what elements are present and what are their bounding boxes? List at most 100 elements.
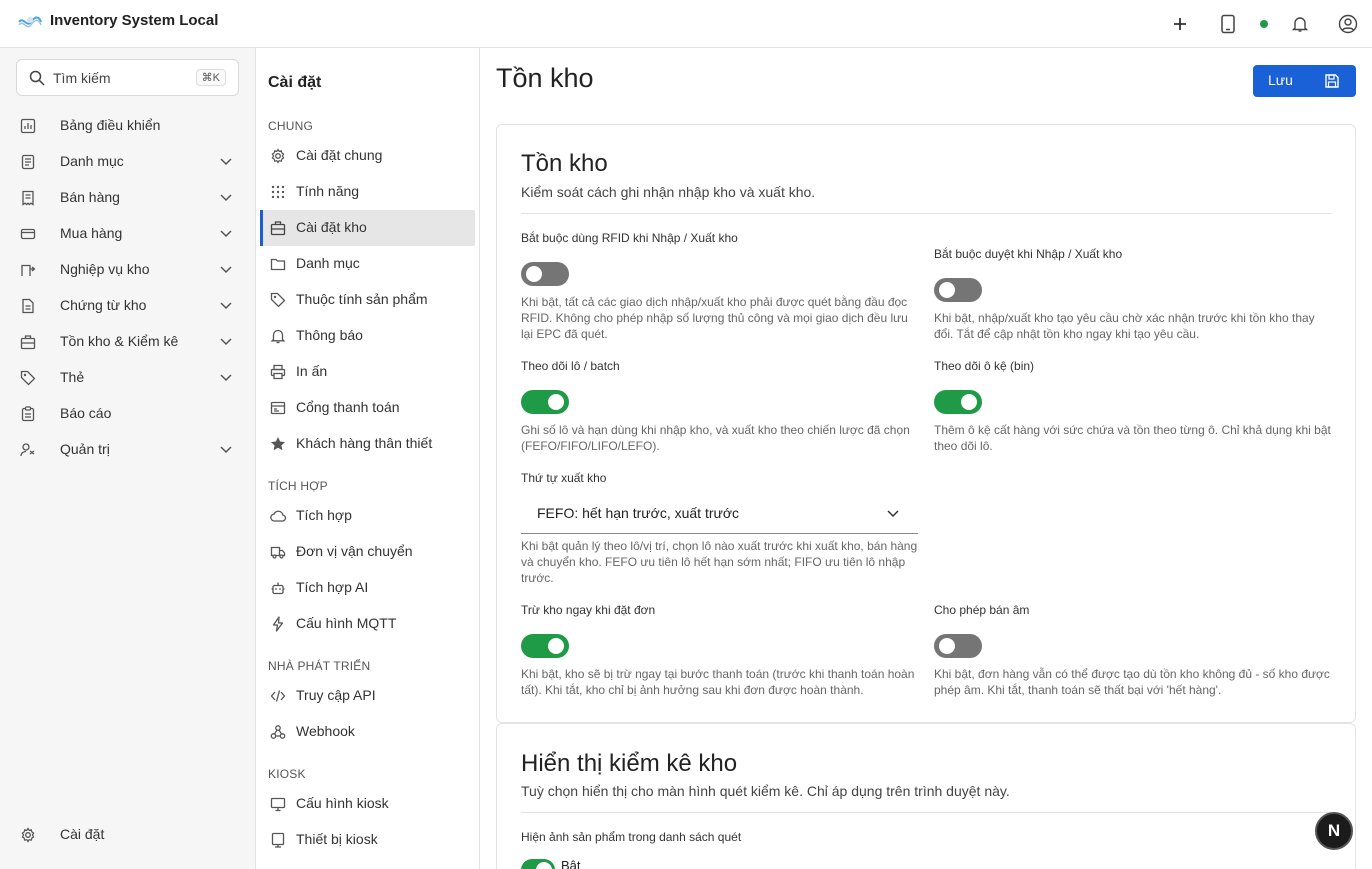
settings-nav-features[interactable]: Tính năng [260,174,475,210]
settings-nav-label: Thuộc tính sản phẩm [296,291,428,307]
sidebar-item-settings[interactable]: Cài đặt [0,817,255,853]
bin-tracking-help: Thêm ô kệ cất hàng với sức chứa và tồn t… [934,423,1331,453]
plus-icon[interactable] [1168,12,1192,36]
toggle-knob [548,394,564,410]
sidebar-item-purchasing[interactable]: Mua hàng [0,216,255,252]
settings-nav-label: Tích hợp [296,507,352,523]
sidebar-item-reports[interactable]: Báo cáo [0,396,255,432]
deduct-on-order-help: Khi bật, kho sẽ bị trừ ngay tại bước tha… [521,667,915,697]
settings-nav-label: Cấu hình kiosk [296,795,389,811]
sidebar-item-dashboard[interactable]: Bảng điều khiển [0,108,255,144]
toggle-knob [939,638,955,654]
sidebar-item-admin[interactable]: Quản trị [0,432,255,468]
chevron-down-icon [219,264,233,274]
chevron-down-icon [219,300,233,310]
printer-icon [270,364,286,380]
settings-nav-mqtt[interactable]: Cấu hình MQTT [260,606,475,642]
settings-nav-general[interactable]: Cài đặt chung [260,138,475,174]
settings-nav-categories[interactable]: Danh mục [260,246,475,282]
settings-nav-label: Khách hàng thân thiết [296,435,433,451]
show-product-images-toggle[interactable] [521,859,555,869]
rfid-required-toggle[interactable] [521,262,569,286]
sidebar-item-tags[interactable]: Thẻ [0,360,255,396]
gear-icon [20,827,36,843]
bell-icon[interactable] [1288,12,1312,36]
chevron-down-icon [219,156,233,166]
approval-required-toggle[interactable] [934,278,982,302]
toggle-knob [548,638,564,654]
settings-nav-carriers[interactable]: Đơn vị vận chuyển [260,534,475,570]
settings-nav-ai[interactable]: Tích hợp AI [260,570,475,606]
card-title: Tồn kho [521,150,608,177]
allow-negative-help: Khi bật, đơn hàng vẫn có thể được tạo dù… [934,667,1330,697]
settings-nav: Cài đặt CHUNG Cài đặt chung Tính năng Cà… [256,48,480,869]
settings-nav-product-attributes[interactable]: Thuộc tính sản phẩm [260,282,475,318]
settings-nav-label: Tích hợp AI [296,579,369,595]
chevron-down-icon [219,444,233,454]
sidebar-item-inventory[interactable]: Tồn kho & Kiểm kê [0,324,255,360]
toggle-knob [536,862,552,869]
settings-nav-kiosk-devices[interactable]: Thiết bị kiosk [260,822,475,858]
settings-nav-label: Webhook [296,723,355,739]
stock-count-display-card: Hiển thị kiểm kê kho Tuỳ chọn hiển thị c… [496,723,1356,869]
settings-nav-warehouse[interactable]: Cài đặt kho [260,210,475,246]
toggle-knob [939,282,955,298]
dev-tools-button[interactable]: N [1315,812,1353,850]
sidebar-item-warehouse-ops[interactable]: Nghiệp vụ kho [0,252,255,288]
search-box[interactable]: Tìm kiếm ⌘K [16,59,239,96]
settings-nav-loyalty[interactable]: Khách hàng thân thiết [260,426,475,462]
settings-section-title: KIOSK [268,767,306,781]
payment-icon [270,400,286,416]
sidebar-item-label: Mua hàng [60,225,123,241]
show-product-images-state: Bật [561,858,581,869]
settings-nav-label: Cấu hình MQTT [296,615,397,631]
lightning-icon [270,616,286,632]
connection-status-dot [1260,20,1268,28]
sidebar-item-label: Danh mục [60,153,124,169]
settings-nav-title: Cài đặt [268,74,322,91]
settings-nav-kiosk-config[interactable]: Cấu hình kiosk [260,786,475,822]
deduct-on-order-toggle[interactable] [521,634,569,658]
settings-nav-printing[interactable]: In ấn [260,354,475,390]
settings-nav-webhook[interactable]: Webhook [260,714,475,750]
issue-order-help: Khi bật quản lý theo lô/vị trí, chọn lô … [521,539,918,585]
sidebar-item-sales[interactable]: Bán hàng [0,180,255,216]
settings-nav-label: Thiết bị kiosk [296,831,378,847]
app-logo [17,12,43,32]
star-icon [270,436,286,452]
webhook-icon [270,724,286,740]
settings-nav-label: Danh mục [296,255,360,271]
allow-negative-toggle[interactable] [934,634,982,658]
search-input[interactable]: Tìm kiếm [53,70,111,86]
bin-tracking-toggle[interactable] [934,390,982,414]
sidebar-item-label: Bán hàng [60,189,120,205]
sidebar-item-label: Quản trị [60,441,110,457]
settings-nav-integrations[interactable]: Tích hợp [260,498,475,534]
card-subtitle: Tuỳ chọn hiển thị cho màn hình quét kiểm… [521,783,1010,799]
settings-nav-api-access[interactable]: Truy cập API [260,678,475,714]
inventory-icon [20,334,36,350]
search-icon [29,70,45,86]
settings-nav-payment-gateway[interactable]: Cổng thanh toán [260,390,475,426]
save-icon [1324,73,1340,89]
sidebar-item-label: Nghiệp vụ kho [60,261,150,277]
save-button[interactable]: Lưu [1253,65,1356,97]
issue-order-select[interactable]: FEFO: hết hạn trước, xuất trước [521,494,918,534]
settings-nav-notifications[interactable]: Thông báo [260,318,475,354]
gear-icon [270,148,286,164]
sidebar-item-documents[interactable]: Chứng từ kho [0,288,255,324]
settings-section-title: NHÀ PHÁT TRIỂN [268,659,371,673]
approval-required-help: Khi bật, nhập/xuất kho tạo yêu cầu chờ x… [934,311,1315,341]
batch-tracking-toggle[interactable] [521,390,569,414]
sidebar-item-catalog[interactable]: Danh mục [0,144,255,180]
sidebar-item-label: Thẻ [60,369,85,385]
settings-nav-label: Đơn vị vận chuyển [296,543,413,559]
user-account-icon[interactable] [1336,12,1360,36]
card-divider [521,213,1331,214]
card-divider [521,812,1331,813]
settings-nav-label: Cài đặt kho [296,219,367,235]
inventory-settings-card: Tồn kho Kiểm soát cách ghi nhận nhập kho… [496,124,1356,723]
bell-icon [270,328,286,344]
chevron-down-icon [219,228,233,238]
tablet-icon[interactable] [1216,12,1240,36]
